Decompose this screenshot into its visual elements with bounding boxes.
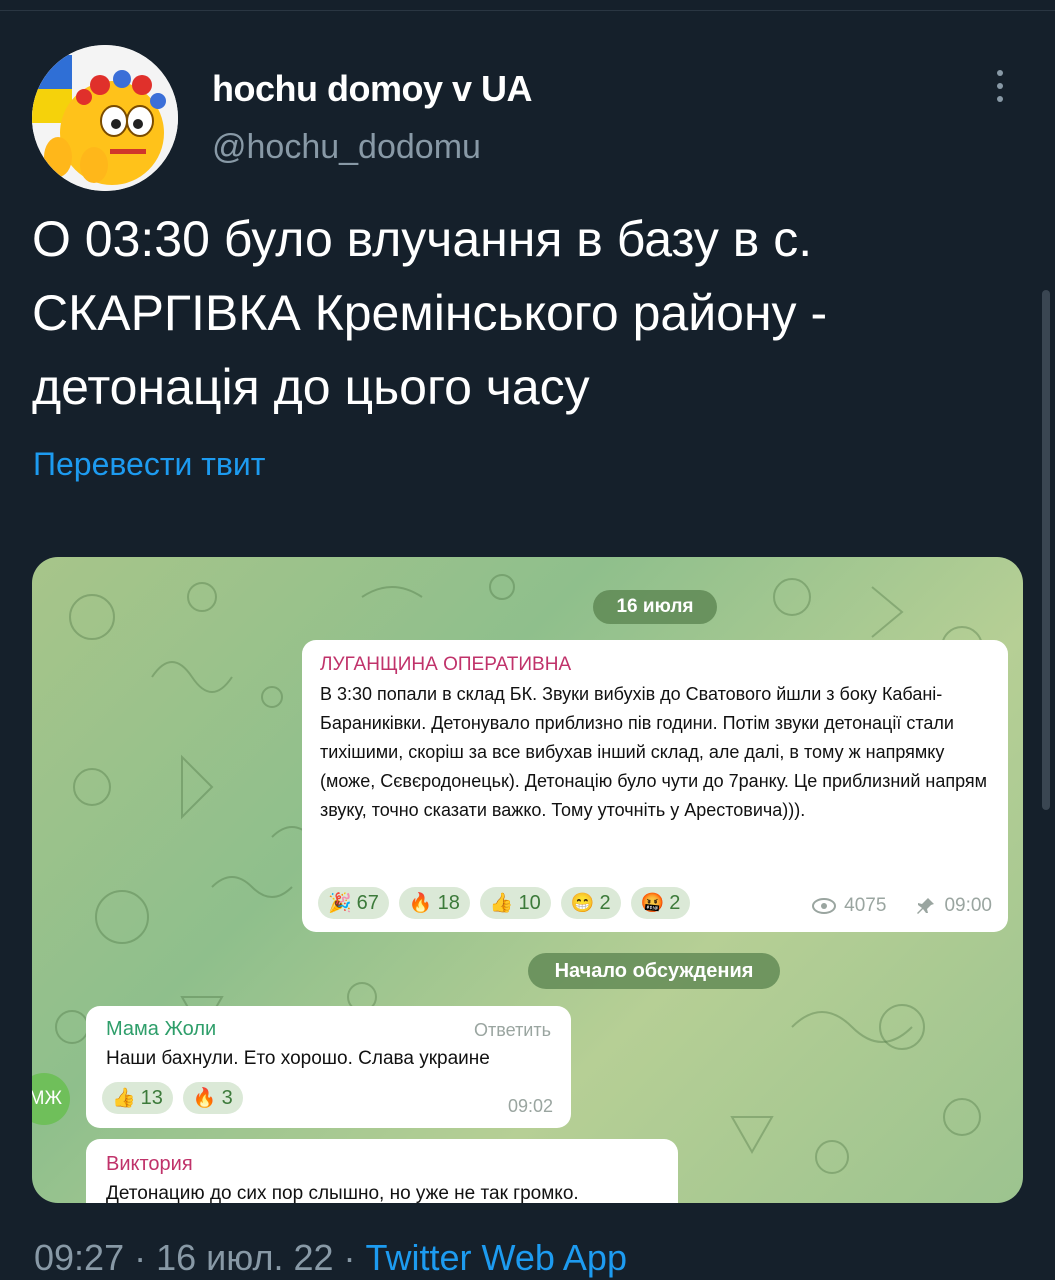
channel-post-bubble: ЛУГАНЩИНА ОПЕРАТИВНА В 3:30 попали в скл… bbox=[302, 640, 1008, 932]
tweet-media-image[interactable]: 16 июля ЛУГАНЩИНА ОПЕРАТИВНА В 3:30 попа… bbox=[32, 557, 1023, 1203]
post-reactions: 🎉 67 🔥 18 👍 10 😁 2 🤬 2 bbox=[318, 887, 691, 919]
view-count: 4075 bbox=[844, 895, 887, 916]
fire-icon: 🔥 bbox=[408, 893, 433, 914]
date-separator-pill: 16 июля bbox=[593, 590, 717, 624]
reaction-count: 2 bbox=[599, 891, 611, 914]
eye-icon bbox=[812, 898, 837, 914]
comment-sender: Виктория bbox=[106, 1153, 193, 1175]
reaction-count: 2 bbox=[669, 891, 681, 914]
angry-face-icon: 🤬 bbox=[640, 893, 665, 914]
reply-button: Ответить bbox=[474, 1020, 551, 1040]
reaction-chip: 👍 10 bbox=[479, 887, 551, 919]
display-name[interactable]: hochu domoy v UA bbox=[212, 68, 533, 110]
separator-dot: · bbox=[333, 1237, 366, 1278]
post-time: 09:00 bbox=[944, 895, 992, 916]
tweet-date[interactable]: 16 июл. 22 bbox=[156, 1237, 333, 1278]
discussion-start-pill: Начало обсуждения bbox=[528, 953, 780, 989]
user-handle[interactable]: @hochu_dodomu bbox=[212, 128, 481, 167]
profile-avatar[interactable] bbox=[32, 45, 178, 191]
reaction-count: 3 bbox=[221, 1086, 233, 1109]
reaction-chip: 🤬 2 bbox=[630, 887, 691, 919]
comment-time: 09:02 bbox=[507, 1096, 553, 1116]
comment-text: Наши бахнули. Ето хорошо. Слава украине bbox=[106, 1048, 490, 1069]
reaction-count: 67 bbox=[356, 891, 379, 914]
pin-icon bbox=[917, 898, 935, 914]
scrollbar[interactable] bbox=[1042, 290, 1050, 810]
top-divider bbox=[0, 10, 1055, 11]
tweet-text: О 03:30 було влучання в базу в с. СКАРГІ… bbox=[32, 211, 828, 415]
more-vertical-icon[interactable] bbox=[985, 70, 1015, 110]
post-meta: 4075 09:00 bbox=[812, 895, 992, 917]
separator-dot: · bbox=[124, 1237, 157, 1278]
source-app-link[interactable]: Twitter Web App bbox=[366, 1237, 627, 1278]
thumbs-up-icon: 👍 bbox=[112, 1088, 136, 1109]
comment-bubble: Мама Жоли Ответить Наши бахнули. Ето хор… bbox=[86, 1006, 571, 1128]
reaction-chip: 🔥 18 bbox=[398, 887, 470, 919]
party-popper-icon: 🎉 bbox=[328, 893, 352, 914]
translate-tweet-link[interactable]: Перевести твит bbox=[33, 446, 265, 483]
reaction-count: 13 bbox=[140, 1086, 163, 1109]
reaction-chip: 🔥 3 bbox=[182, 1082, 243, 1114]
channel-name: ЛУГАНЩИНА ОПЕРАТИВНА bbox=[320, 654, 572, 675]
reaction-chip: 😁 2 bbox=[560, 887, 621, 919]
tweet-time[interactable]: 09:27 bbox=[34, 1237, 124, 1278]
fire-icon: 🔥 bbox=[192, 1088, 217, 1109]
comment-sender: Мама Жоли bbox=[106, 1018, 217, 1040]
post-text: В 3:30 попали в склад БК. Звуки вибухів … bbox=[320, 684, 988, 820]
tweet-footer: 09:27 · 16 июл. 22 · Twitter Web App bbox=[34, 1237, 627, 1279]
grinning-face-icon: 😁 bbox=[570, 893, 595, 914]
reaction-chip: 👍 13 bbox=[102, 1082, 173, 1114]
reaction-count: 10 bbox=[518, 891, 541, 914]
comment-text: Детонацию до сих пор слышно, но уже не т… bbox=[106, 1183, 579, 1203]
reaction-chip: 🎉 67 bbox=[318, 887, 389, 919]
reaction-count: 18 bbox=[437, 891, 460, 914]
thumbs-up-icon: 👍 bbox=[489, 893, 514, 914]
avatar-emoji-image bbox=[32, 45, 178, 191]
comment-reactions: 👍 13 🔥 3 bbox=[102, 1082, 243, 1114]
comment-bubble: Виктория Детонацию до сих пор слышно, но… bbox=[86, 1139, 678, 1203]
